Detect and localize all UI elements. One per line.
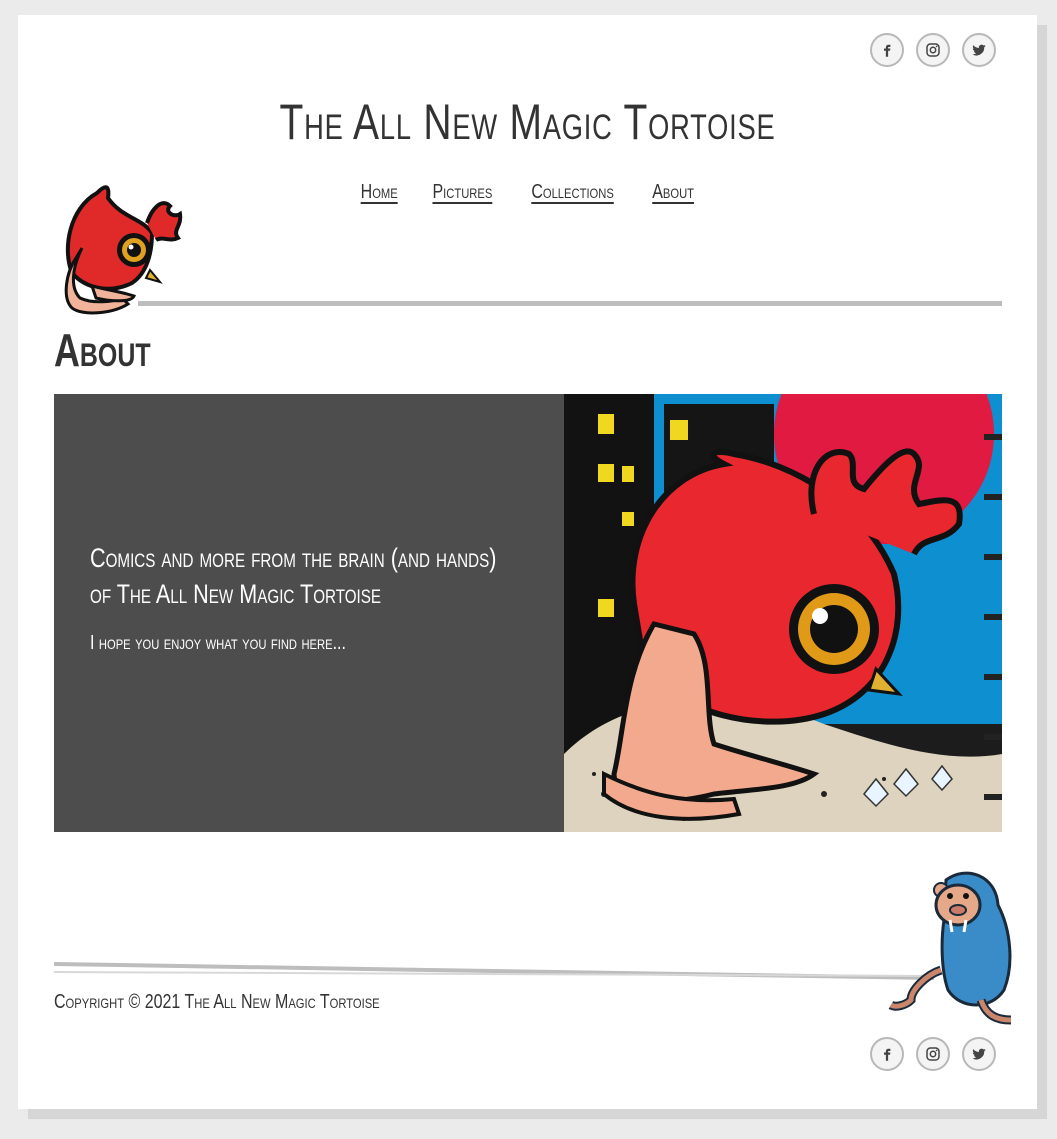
facebook-link[interactable]: [870, 33, 904, 67]
hero-lead-text: Comics and more from the brain (and hand…: [90, 543, 497, 609]
twitter-link[interactable]: [962, 33, 996, 67]
monkey-mascot-logo: [888, 871, 1012, 1025]
instagram-link[interactable]: [916, 33, 950, 67]
nav-item-collections[interactable]: Collections: [532, 181, 615, 204]
instagram-link-footer[interactable]: [916, 1037, 950, 1071]
nav-item-pictures[interactable]: Pictures: [432, 181, 492, 204]
twitter-icon: [972, 44, 986, 56]
instagram-icon: [926, 43, 940, 57]
bird-city-artwork: [564, 394, 1002, 832]
hero-artwork-image: [564, 394, 1002, 832]
facebook-icon: [884, 1048, 891, 1061]
page-container: The All New Magic Tortoise Home Pictures…: [18, 15, 1037, 1109]
facebook-icon: [884, 44, 891, 57]
hero-section: Comics and more from the brain (and hand…: [54, 394, 1002, 832]
instagram-icon: [926, 1047, 940, 1061]
nav-item-home[interactable]: Home: [361, 181, 398, 204]
footer-divider: [54, 962, 934, 980]
hero-subtext: I hope you enjoy what you find here...: [90, 632, 346, 654]
facebook-link-footer[interactable]: [870, 1037, 904, 1071]
bird-mascot-logo: [64, 185, 183, 315]
twitter-icon: [972, 1048, 986, 1060]
copyright-text: Copyright © 2021 The All New Magic Torto…: [54, 991, 380, 1013]
social-links-bottom: [870, 1037, 996, 1071]
page-title: About: [54, 324, 151, 376]
nav-item-about[interactable]: About: [652, 181, 694, 204]
hero-text-panel: Comics and more from the brain (and hand…: [54, 394, 564, 832]
header-divider: [138, 301, 1002, 306]
site-title[interactable]: The All New Magic Tortoise: [130, 93, 925, 151]
twitter-link-footer[interactable]: [962, 1037, 996, 1071]
social-links-top: [870, 33, 996, 67]
